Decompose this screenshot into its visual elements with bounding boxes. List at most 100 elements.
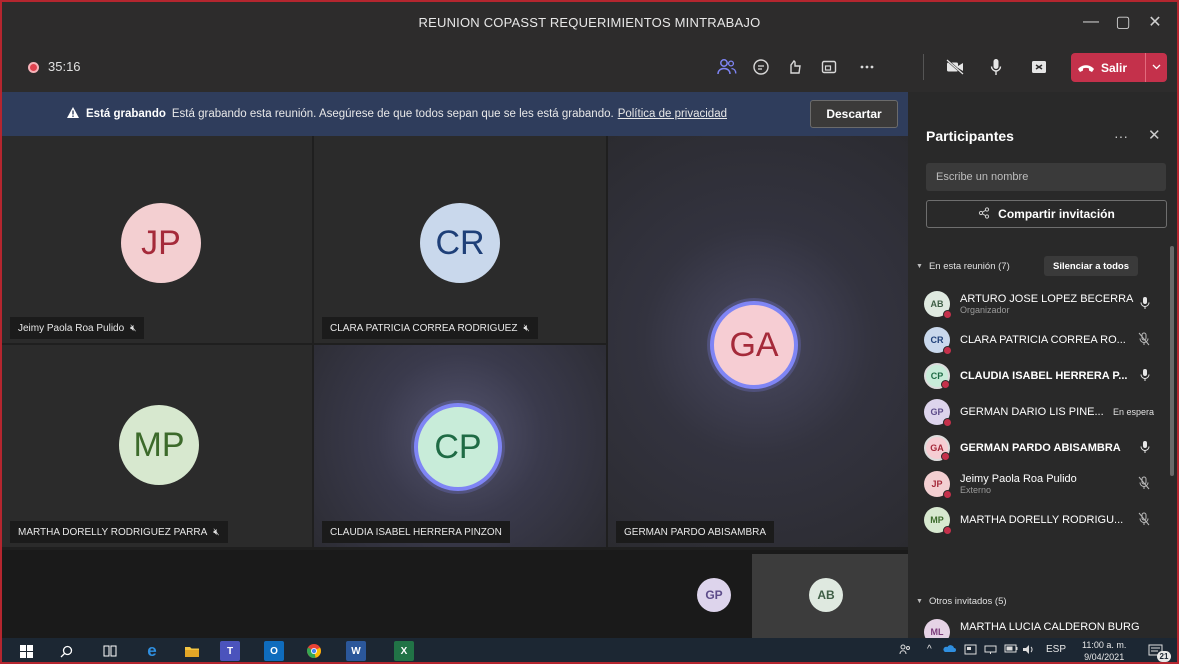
minimize-button[interactable]: — <box>1075 13 1107 31</box>
avatar: CR <box>420 203 500 283</box>
teams-icon[interactable]: T <box>220 641 240 661</box>
avatar-initials: CR <box>930 335 944 345</box>
avatar: MP <box>119 405 199 485</box>
presence-dot-icon <box>941 380 950 389</box>
onedrive-icon[interactable] <box>942 644 956 656</box>
chat-icon[interactable] <box>748 54 774 80</box>
video-tile-active-speaker[interactable]: GA GERMAN PARDO ABISAMBRA <box>608 136 908 547</box>
taskbar-clock[interactable]: 11:00 a. m. 9/04/2021 <box>1082 639 1126 662</box>
window-controls: — ▢ ✕ <box>1075 2 1171 42</box>
avatar-initials: GP <box>705 588 723 602</box>
participant-row[interactable]: AB ARTURO JOSE LOPEZ BECERRA Organizador <box>924 286 1156 322</box>
search-icon[interactable] <box>56 641 76 661</box>
network-icon[interactable] <box>984 644 997 658</box>
toolbar-separator <box>923 54 924 80</box>
close-button[interactable]: ✕ <box>1139 12 1171 32</box>
chevron-up-icon[interactable]: ^ <box>927 644 932 655</box>
participant-name: GERMAN PARDO ABISAMBRA <box>624 526 767 538</box>
leave-button[interactable]: Salir <box>1071 53 1167 82</box>
participants-icon[interactable] <box>714 54 740 80</box>
mic-icon[interactable] <box>983 54 1009 80</box>
avatar: GA <box>924 435 950 461</box>
meeting-timer: 35:16 <box>48 59 81 74</box>
privacy-policy-link[interactable]: Política de privacidad <box>618 108 727 120</box>
people-icon[interactable] <box>899 644 911 658</box>
mic-icon <box>1140 440 1150 457</box>
battery-icon[interactable] <box>1004 644 1018 656</box>
language-indicator[interactable]: ESP <box>1046 644 1066 655</box>
video-tile-small[interactable]: AB <box>752 554 908 638</box>
maximize-button[interactable]: ▢ <box>1107 12 1139 32</box>
windows-taskbar: e T O W X ^ ESP 11:00 a. m. 9/04/2021 21 <box>2 638 1177 662</box>
more-icon[interactable] <box>854 54 880 80</box>
avatar: MP <box>924 507 952 535</box>
volume-icon[interactable] <box>1022 644 1035 658</box>
avatar-initials: ML <box>930 627 944 637</box>
more-icon[interactable]: ··· <box>1114 128 1128 144</box>
task-view-icon[interactable] <box>100 641 120 661</box>
banner-text: Está grabando esta reunión. Asegúrese de… <box>171 108 614 120</box>
mic-off-icon <box>1138 476 1150 493</box>
mic-off-icon <box>1138 512 1150 529</box>
file-explorer-icon[interactable] <box>182 641 202 661</box>
other-invitees-section-toggle[interactable]: ▼ Otros invitados (5) <box>916 596 1007 607</box>
close-icon[interactable]: ✕ <box>1148 126 1161 144</box>
presence-dot-icon <box>943 310 952 319</box>
chrome-icon[interactable] <box>304 641 324 661</box>
word-icon[interactable]: W <box>346 641 366 661</box>
excel-icon[interactable]: X <box>394 641 414 661</box>
video-tile[interactable]: MP MARTHA DORELLY RODRIGUEZ PARRA 🔇︎ <box>2 345 312 547</box>
participant-row[interactable]: JP Jeimy Paola Roa Pulido Externo <box>924 466 1156 502</box>
meeting-toolbar: 35:16 Salir <box>2 42 1177 92</box>
chevron-down-icon: ▼ <box>916 263 923 270</box>
meet-now-icon[interactable] <box>964 644 977 658</box>
dismiss-button[interactable]: Descartar <box>810 100 898 128</box>
participant-nameplate: MARTHA DORELLY RODRIGUEZ PARRA 🔇︎ <box>10 521 228 543</box>
in-meeting-section-toggle[interactable]: ▼ En esta reunión (7) <box>916 261 1010 272</box>
rooms-icon[interactable] <box>816 54 842 80</box>
avatar-initials: CP <box>930 371 944 381</box>
outlook-icon[interactable]: O <box>264 641 284 661</box>
participant-row[interactable]: CR CLARA PATRICIA CORREA RO... <box>924 322 1156 358</box>
avatar: CP <box>414 403 502 491</box>
window-title: REUNION COPASST REQUERIMIENTOS MINTRABAJ… <box>418 14 761 30</box>
participant-nameplate: CLARA PATRICIA CORREA RODRIGUEZ 🔇︎ <box>322 317 538 339</box>
participant-name: MARTHA DORELLY RODRIGUEZ PARRA <box>18 526 208 538</box>
mic-off-icon: 🔇︎ <box>213 526 220 538</box>
mic-off-icon: 🔇︎ <box>130 322 137 334</box>
search-input[interactable] <box>926 163 1166 191</box>
participant-row[interactable]: CP CLAUDIA ISABEL HERRERA P... <box>924 358 1156 394</box>
scrollbar[interactable] <box>1170 246 1174 476</box>
participant-info: MARTHA LUCIA CALDERON BURG... <box>960 621 1140 633</box>
video-tile[interactable]: JP Jeimy Paola Roa Pulido 🔇︎ <box>2 136 312 343</box>
participant-row[interactable]: GA GERMAN PARDO ABISAMBRA <box>924 430 1156 466</box>
camera-off-icon[interactable] <box>942 54 968 80</box>
participant-info: Jeimy Paola Roa Pulido Externo <box>960 473 1140 495</box>
participant-info: MARTHA DORELLY RODRIGU... <box>960 514 1140 526</box>
mic-icon <box>1140 368 1150 385</box>
chevron-down-icon[interactable] <box>1145 53 1167 82</box>
reactions-icon[interactable] <box>782 54 808 80</box>
avatar: CP <box>924 363 950 389</box>
participant-role: Organizador <box>960 305 1010 315</box>
other-invitees-label: Otros invitados (5) <box>928 596 1007 607</box>
avatar-initials: GA <box>729 325 779 364</box>
windows-start-icon[interactable] <box>16 641 36 661</box>
share-invite-button[interactable]: Compartir invitación <box>926 200 1167 228</box>
participant-name: ARTURO JOSE LOPEZ BECERRA <box>960 293 1134 305</box>
invitee-row[interactable]: ML MARTHA LUCIA CALDERON BURG... <box>924 616 1156 638</box>
avatar: JP <box>121 203 201 283</box>
participant-name: CLAUDIA ISABEL HERRERA P... <box>960 370 1128 382</box>
video-tile[interactable]: CP CLAUDIA ISABEL HERRERA PINZON <box>314 345 606 547</box>
avatar-initials: AB <box>817 588 835 602</box>
avatar[interactable]: GP <box>697 578 731 612</box>
video-tile[interactable]: CR CLARA PATRICIA CORREA RODRIGUEZ 🔇︎ <box>314 136 606 343</box>
participant-name: Jeimy Paola Roa Pulido <box>960 473 1077 485</box>
edge-icon[interactable]: e <box>142 641 162 661</box>
participant-row[interactable]: GP GERMAN DARIO LIS PINE... En espera <box>924 394 1156 430</box>
participant-row[interactable]: MP MARTHA DORELLY RODRIGU... <box>924 502 1156 538</box>
participant-nameplate: Jeimy Paola Roa Pulido 🔇︎ <box>10 317 145 339</box>
participant-name: CLARA PATRICIA CORREA RO... <box>960 334 1126 346</box>
mute-all-button[interactable]: Silenciar a todos <box>1044 256 1138 276</box>
share-screen-icon[interactable] <box>1026 54 1052 80</box>
